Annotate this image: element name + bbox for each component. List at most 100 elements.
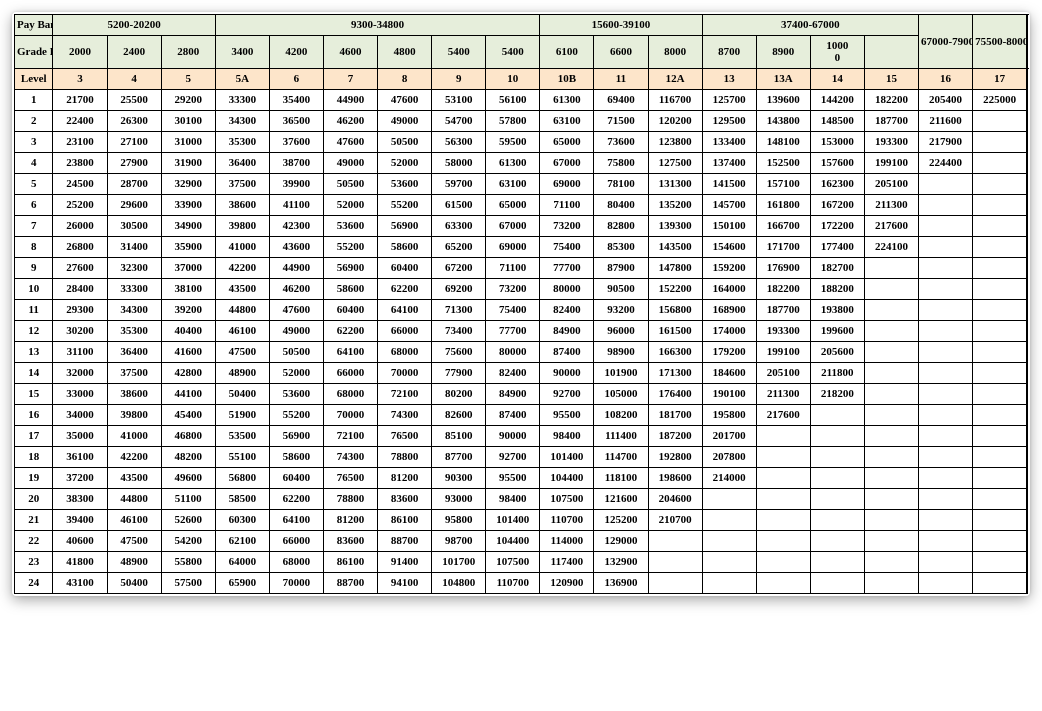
value-cell bbox=[648, 573, 702, 594]
value-cell: 114000 bbox=[540, 531, 594, 552]
value-cell bbox=[864, 342, 918, 363]
table-row: 1230200353004040046100490006220066000734… bbox=[15, 321, 1028, 342]
header-level-label: Level bbox=[15, 69, 53, 90]
value-cell: 104800 bbox=[432, 573, 486, 594]
table-row: 2341800489005580064000680008610091400101… bbox=[15, 552, 1028, 573]
value-cell: 50500 bbox=[269, 342, 323, 363]
value-cell: 36100 bbox=[53, 447, 107, 468]
value-cell: 84900 bbox=[540, 321, 594, 342]
value-cell: 95500 bbox=[540, 405, 594, 426]
value-cell: 50400 bbox=[107, 573, 161, 594]
value-cell: 56300 bbox=[432, 132, 486, 153]
value-cell: 29300 bbox=[53, 300, 107, 321]
value-cell: 43500 bbox=[107, 468, 161, 489]
value-cell: 133400 bbox=[702, 132, 756, 153]
value-cell bbox=[648, 552, 702, 573]
value-cell: 70000 bbox=[323, 405, 377, 426]
level-cell: 8 bbox=[378, 69, 432, 90]
value-cell bbox=[973, 279, 1027, 300]
row-index: 9 bbox=[15, 258, 53, 279]
value-cell: 51100 bbox=[161, 489, 215, 510]
value-cell: 73200 bbox=[540, 216, 594, 237]
level-cell: 14 bbox=[810, 69, 864, 90]
value-cell bbox=[973, 531, 1027, 552]
value-cell: 187700 bbox=[864, 111, 918, 132]
value-cell: 35300 bbox=[215, 132, 269, 153]
value-cell: 125200 bbox=[594, 510, 648, 531]
value-cell: 78100 bbox=[594, 174, 648, 195]
value-cell: 83600 bbox=[323, 531, 377, 552]
value-cell: 73400 bbox=[432, 321, 486, 342]
level-cell: 11 bbox=[594, 69, 648, 90]
value-cell: 64000 bbox=[215, 552, 269, 573]
value-cell bbox=[864, 321, 918, 342]
value-cell bbox=[918, 573, 972, 594]
value-cell: 34000 bbox=[53, 405, 107, 426]
value-cell: 66000 bbox=[378, 321, 432, 342]
grade-pay-cell: 8000 bbox=[648, 36, 702, 69]
row-index: 7 bbox=[15, 216, 53, 237]
value-cell: 49000 bbox=[378, 111, 432, 132]
value-cell: 39400 bbox=[53, 510, 107, 531]
value-cell: 71500 bbox=[594, 111, 648, 132]
value-cell: 199100 bbox=[864, 153, 918, 174]
row-index: 8 bbox=[15, 237, 53, 258]
value-cell: 87700 bbox=[432, 447, 486, 468]
row-index: 4 bbox=[15, 153, 53, 174]
value-cell: 70000 bbox=[378, 363, 432, 384]
value-cell: 44800 bbox=[107, 489, 161, 510]
value-cell: 156800 bbox=[648, 300, 702, 321]
value-cell: 60400 bbox=[323, 300, 377, 321]
level-cell: 7 bbox=[323, 69, 377, 90]
value-cell: 38600 bbox=[107, 384, 161, 405]
row-index: 6 bbox=[15, 195, 53, 216]
grade-pay-cell: 4200 bbox=[269, 36, 323, 69]
value-cell: 120900 bbox=[540, 573, 594, 594]
grade-pay-cell: 6100 bbox=[540, 36, 594, 69]
value-cell: 179200 bbox=[702, 342, 756, 363]
row-index: 10 bbox=[15, 279, 53, 300]
grade-pay-cell: 8700 bbox=[702, 36, 756, 69]
table-row: 2139400461005260060300641008120086100958… bbox=[15, 510, 1028, 531]
value-cell: 64100 bbox=[378, 300, 432, 321]
value-cell: 157600 bbox=[810, 153, 864, 174]
value-cell bbox=[973, 321, 1027, 342]
value-cell: 40600 bbox=[53, 531, 107, 552]
value-cell: 58000 bbox=[432, 153, 486, 174]
value-cell bbox=[973, 174, 1027, 195]
value-cell bbox=[973, 153, 1027, 174]
grade-pay-cell: 4600 bbox=[323, 36, 377, 69]
value-cell bbox=[918, 237, 972, 258]
value-cell: 95800 bbox=[432, 510, 486, 531]
row-index: 15 bbox=[15, 384, 53, 405]
value-cell bbox=[864, 384, 918, 405]
table-row: 7260003050034900398004230053600569006330… bbox=[15, 216, 1028, 237]
value-cell bbox=[918, 342, 972, 363]
value-cell bbox=[973, 132, 1027, 153]
value-cell: 58600 bbox=[378, 237, 432, 258]
row-index: 20 bbox=[15, 489, 53, 510]
value-cell: 93000 bbox=[432, 489, 486, 510]
value-cell: 164000 bbox=[702, 279, 756, 300]
value-cell: 152500 bbox=[756, 153, 810, 174]
value-cell: 117400 bbox=[540, 552, 594, 573]
pay-band-group: 37400-67000 bbox=[702, 15, 918, 36]
value-cell: 127500 bbox=[648, 153, 702, 174]
value-cell: 44900 bbox=[323, 90, 377, 111]
value-cell bbox=[973, 384, 1027, 405]
value-cell bbox=[810, 426, 864, 447]
value-cell: 62200 bbox=[378, 279, 432, 300]
table-row: 4238002790031900364003870049000520005800… bbox=[15, 153, 1028, 174]
value-cell: 32000 bbox=[53, 363, 107, 384]
value-cell: 27900 bbox=[107, 153, 161, 174]
value-cell: 90000 bbox=[486, 426, 540, 447]
value-cell: 74300 bbox=[323, 447, 377, 468]
value-cell: 22400 bbox=[53, 111, 107, 132]
value-cell bbox=[918, 195, 972, 216]
value-cell: 35900 bbox=[161, 237, 215, 258]
value-cell: 50500 bbox=[378, 132, 432, 153]
table-row: 1028400333003810043500462005860062200692… bbox=[15, 279, 1028, 300]
value-cell: 131300 bbox=[648, 174, 702, 195]
value-cell bbox=[973, 468, 1027, 489]
value-cell: 110700 bbox=[486, 573, 540, 594]
